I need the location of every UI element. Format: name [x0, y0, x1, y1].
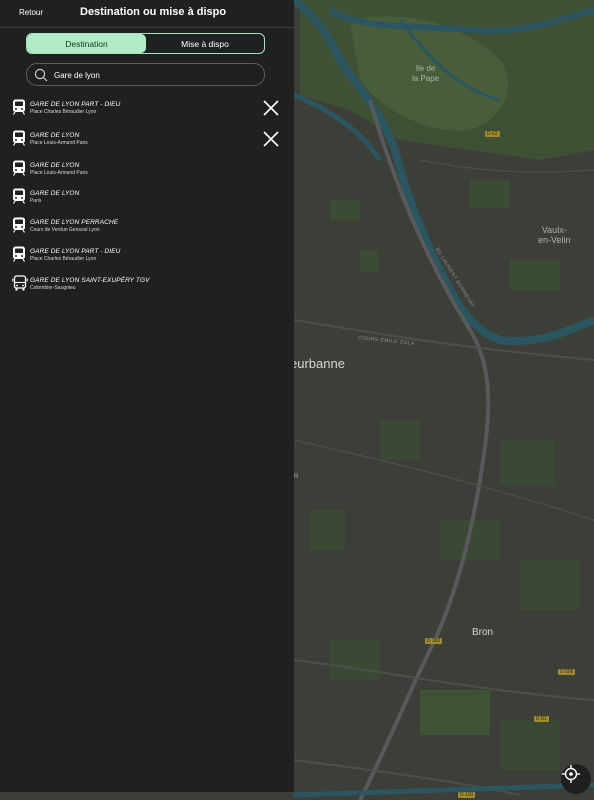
result-subtitle: Colombier-Saugnieu [30, 285, 76, 291]
result-title: GARE DE LYON [30, 162, 80, 169]
result-subtitle: Place Charles Béraudier Lyon [30, 109, 97, 115]
search-icon [34, 68, 48, 82]
train-icon [12, 246, 26, 262]
train-icon [12, 188, 26, 204]
result-subtitle: Place Louis-Armand Paris [30, 140, 88, 146]
destination-panel: Retour Destination ou mise à dispo Desti… [0, 0, 294, 792]
train-icon [12, 99, 26, 115]
result-subtitle: Place Louis-Armand Paris [30, 170, 88, 176]
result-title: GARE DE LYON [30, 190, 80, 197]
train-icon [12, 217, 26, 233]
page-title: Destination ou mise à dispo [80, 6, 227, 18]
road-badge-d81: D 81 [534, 716, 549, 722]
result-title: GARE DE LYON PART - DIEU [30, 101, 121, 108]
map-label-bron: Bron [472, 627, 494, 638]
segment-mise-a-dispo[interactable]: Mise à dispo [146, 34, 264, 53]
map-label-park: Ile de la Pape [412, 64, 440, 83]
train-icon [12, 130, 26, 146]
map-label-vaulx: Vaulx- en-Velin [538, 225, 571, 245]
train-icon [12, 160, 26, 176]
road-badge-d103: D 103 [458, 792, 476, 798]
map-label-villeurbanne: eurbanne [290, 356, 345, 371]
locate-me-button[interactable] [561, 764, 591, 794]
remove-favorite-close-icon[interactable] [261, 98, 281, 118]
search-input[interactable] [54, 68, 254, 82]
result-title: GARE DE LYON PART - DIEU [30, 248, 121, 255]
segment-destination[interactable]: Destination [27, 34, 146, 53]
map-label-r: R [294, 474, 299, 480]
result-title: GARE DE LYON SAINT-EXUPÉRY TGV [30, 277, 150, 284]
result-item[interactable]: GARE DE LYON Place Louis-Armand Paris [0, 127, 294, 153]
result-subtitle: Cours de Verdun Gensoul Lyon [30, 227, 100, 233]
result-item[interactable]: GARE DE LYON Place Louis-Armand Paris [0, 157, 294, 183]
result-title: GARE DE LYON [30, 132, 80, 139]
crosshair-icon [562, 765, 580, 783]
road-badge-d506: D 506 [558, 669, 576, 675]
result-item[interactable]: GARE DE LYON PERRACHE Cours de Verdun Ge… [0, 214, 294, 240]
back-button[interactable]: Retour [19, 8, 43, 17]
result-item[interactable]: GARE DE LYON PART - DIEU Place Charles B… [0, 96, 294, 122]
mode-segmented-control: Destination Mise à dispo [26, 33, 265, 54]
remove-favorite-close-icon[interactable] [261, 129, 281, 149]
bus-icon [12, 275, 28, 291]
panel-header: Retour Destination ou mise à dispo [0, 0, 294, 28]
search-bar [26, 63, 265, 86]
road-badge-d62: D 62 [485, 131, 500, 137]
road-badge-d383: D 383 [425, 638, 443, 644]
result-subtitle: Paris [30, 198, 42, 204]
result-item[interactable]: GARE DE LYON PART - DIEU Place Charles B… [0, 243, 294, 269]
result-item[interactable]: GARE DE LYON Paris [0, 185, 294, 211]
result-subtitle: Place Charles Béraudier Lyon [30, 256, 97, 262]
result-title: GARE DE LYON PERRACHE [30, 219, 119, 226]
result-item[interactable]: GARE DE LYON SAINT-EXUPÉRY TGV Colombier… [0, 272, 294, 298]
